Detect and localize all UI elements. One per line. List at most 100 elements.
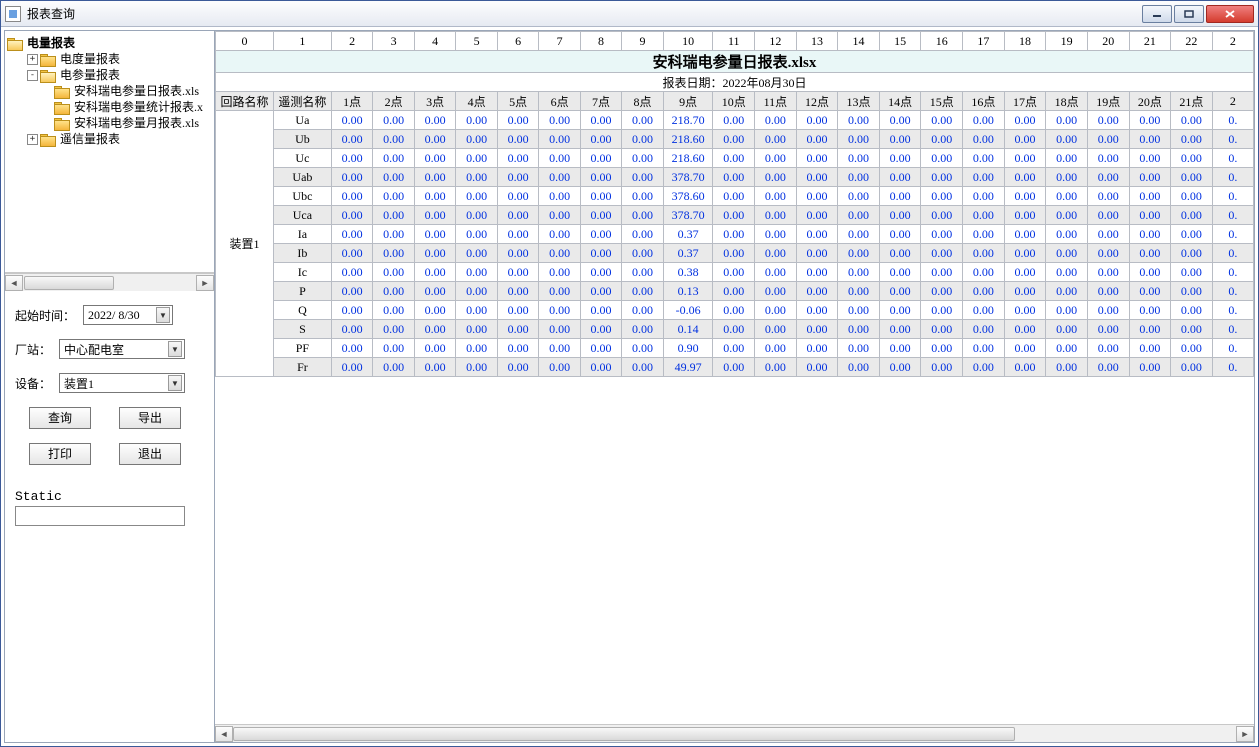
data-cell: 0. — [1212, 301, 1253, 320]
start-time-picker[interactable]: 2022/ 8/30 ▼ — [83, 305, 173, 325]
data-cell: 0.00 — [373, 149, 414, 168]
tree-item[interactable]: - 电参量报表 — [7, 67, 212, 83]
data-cell: 0.00 — [539, 263, 580, 282]
close-button[interactable] — [1206, 5, 1254, 23]
data-cell: 0.00 — [796, 225, 838, 244]
data-cell: 0.00 — [921, 111, 963, 130]
data-cell: 0.00 — [1004, 244, 1046, 263]
scroll-right-icon[interactable]: ► — [196, 275, 214, 291]
tree-item[interactable]: 安科瑞电参量统计报表.x — [7, 99, 212, 115]
data-cell: 0.00 — [580, 111, 621, 130]
expand-icon[interactable]: + — [27, 134, 38, 145]
data-cell: 0.00 — [796, 339, 838, 358]
data-cell: 0.00 — [1087, 168, 1129, 187]
data-cell: 0.00 — [622, 168, 663, 187]
data-cell: 0.00 — [1129, 339, 1171, 358]
data-cell: 0.00 — [838, 244, 880, 263]
data-cell: 0.00 — [622, 320, 663, 339]
maximize-button[interactable] — [1174, 5, 1204, 23]
scroll-track[interactable] — [23, 275, 196, 291]
data-cell: 0.00 — [1046, 301, 1088, 320]
expand-icon[interactable]: + — [27, 54, 38, 65]
grid-h-scrollbar[interactable]: ◄ ► — [215, 724, 1254, 742]
scroll-left-icon[interactable]: ◄ — [215, 726, 233, 742]
scroll-thumb[interactable] — [24, 276, 114, 290]
chevron-down-icon[interactable]: ▼ — [168, 341, 182, 357]
data-cell: 0.00 — [1087, 339, 1129, 358]
col-header-hour: 12点 — [796, 92, 838, 111]
col-header-hour: 21点 — [1171, 92, 1213, 111]
data-cell: 0.00 — [1004, 130, 1046, 149]
data-cell: 0.00 — [838, 225, 880, 244]
data-cell: 0.00 — [1171, 130, 1213, 149]
data-cell: 0.00 — [414, 282, 455, 301]
data-cell: 0.00 — [713, 130, 755, 149]
data-cell: 0.00 — [539, 187, 580, 206]
data-cell: 0.90 — [663, 339, 713, 358]
data-cell: 0.00 — [414, 358, 455, 377]
measure-name: Ubc — [273, 187, 331, 206]
tree-item-label: 电参量报表 — [58, 67, 120, 83]
scroll-right-icon[interactable]: ► — [1236, 726, 1254, 742]
report-grid-wrap[interactable]: 0123456789101112131415161718192021222安科瑞… — [215, 31, 1254, 724]
data-cell: 0.00 — [580, 282, 621, 301]
folder-icon — [40, 133, 56, 146]
scroll-thumb[interactable] — [233, 727, 1015, 741]
factory-combo[interactable]: 中心配电室 ▼ — [59, 339, 185, 359]
data-cell: 0.00 — [331, 244, 372, 263]
data-cell: 0.00 — [414, 111, 455, 130]
tree-item[interactable]: +电度量报表 — [7, 51, 212, 67]
data-cell: 0.00 — [838, 339, 880, 358]
exit-button[interactable]: 退出 — [119, 443, 181, 465]
column-number: 16 — [921, 32, 963, 51]
chevron-down-icon[interactable]: ▼ — [156, 307, 170, 323]
data-cell: 0.00 — [713, 244, 755, 263]
data-cell: 0.00 — [1046, 282, 1088, 301]
data-cell: 0.00 — [331, 130, 372, 149]
data-cell: 0.00 — [580, 263, 621, 282]
scroll-track[interactable] — [233, 726, 1236, 742]
data-cell: 0.00 — [373, 263, 414, 282]
data-cell: 0.00 — [373, 130, 414, 149]
data-cell: 0.00 — [1087, 320, 1129, 339]
data-cell: 0.00 — [921, 244, 963, 263]
data-cell: 0.00 — [921, 130, 963, 149]
tree-view[interactable]: 电量报表 +电度量报表 - 电参量报表安科瑞电参量日报表.xls安科瑞电参量统计报表… — [5, 31, 214, 273]
col-header-device: 回路名称 — [216, 92, 274, 111]
data-cell: 0.00 — [921, 263, 963, 282]
print-button[interactable]: 打印 — [29, 443, 91, 465]
tree-item[interactable]: 安科瑞电参量月报表.xls — [7, 115, 212, 131]
data-cell: 0.00 — [1046, 130, 1088, 149]
data-cell: 0.00 — [921, 320, 963, 339]
data-cell: 0.00 — [1087, 130, 1129, 149]
table-row: 装置1Ua0.000.000.000.000.000.000.000.00218… — [216, 111, 1254, 130]
query-button[interactable]: 查询 — [29, 407, 91, 429]
data-cell: 0.00 — [414, 168, 455, 187]
data-cell: -0.06 — [663, 301, 713, 320]
data-cell: 0.00 — [373, 358, 414, 377]
export-button[interactable]: 导出 — [119, 407, 181, 429]
data-cell: 0.00 — [963, 130, 1005, 149]
tree-h-scrollbar[interactable]: ◄ ► — [5, 273, 214, 291]
data-cell: 0.00 — [1129, 187, 1171, 206]
data-cell: 0.00 — [921, 168, 963, 187]
scroll-left-icon[interactable]: ◄ — [5, 275, 23, 291]
data-cell: 0.00 — [497, 130, 538, 149]
data-cell: 49.97 — [663, 358, 713, 377]
measure-name: Uca — [273, 206, 331, 225]
static-input[interactable] — [15, 506, 185, 526]
data-cell: 0.00 — [755, 339, 797, 358]
minimize-button[interactable] — [1142, 5, 1172, 23]
tree-item[interactable]: +遥信量报表 — [7, 131, 212, 147]
data-cell: 0.00 — [373, 225, 414, 244]
tree-item[interactable]: 安科瑞电参量日报表.xls — [7, 83, 212, 99]
data-cell: 0.00 — [838, 263, 880, 282]
col-header-hour: 2 — [1212, 92, 1253, 111]
chevron-down-icon[interactable]: ▼ — [168, 375, 182, 391]
tree-root[interactable]: 电量报表 — [7, 35, 212, 51]
data-cell: 0.00 — [1087, 111, 1129, 130]
collapse-icon[interactable]: - — [27, 70, 38, 81]
data-cell: 0.37 — [663, 225, 713, 244]
device-combo[interactable]: 装置1 ▼ — [59, 373, 185, 393]
data-cell: 0.00 — [580, 320, 621, 339]
